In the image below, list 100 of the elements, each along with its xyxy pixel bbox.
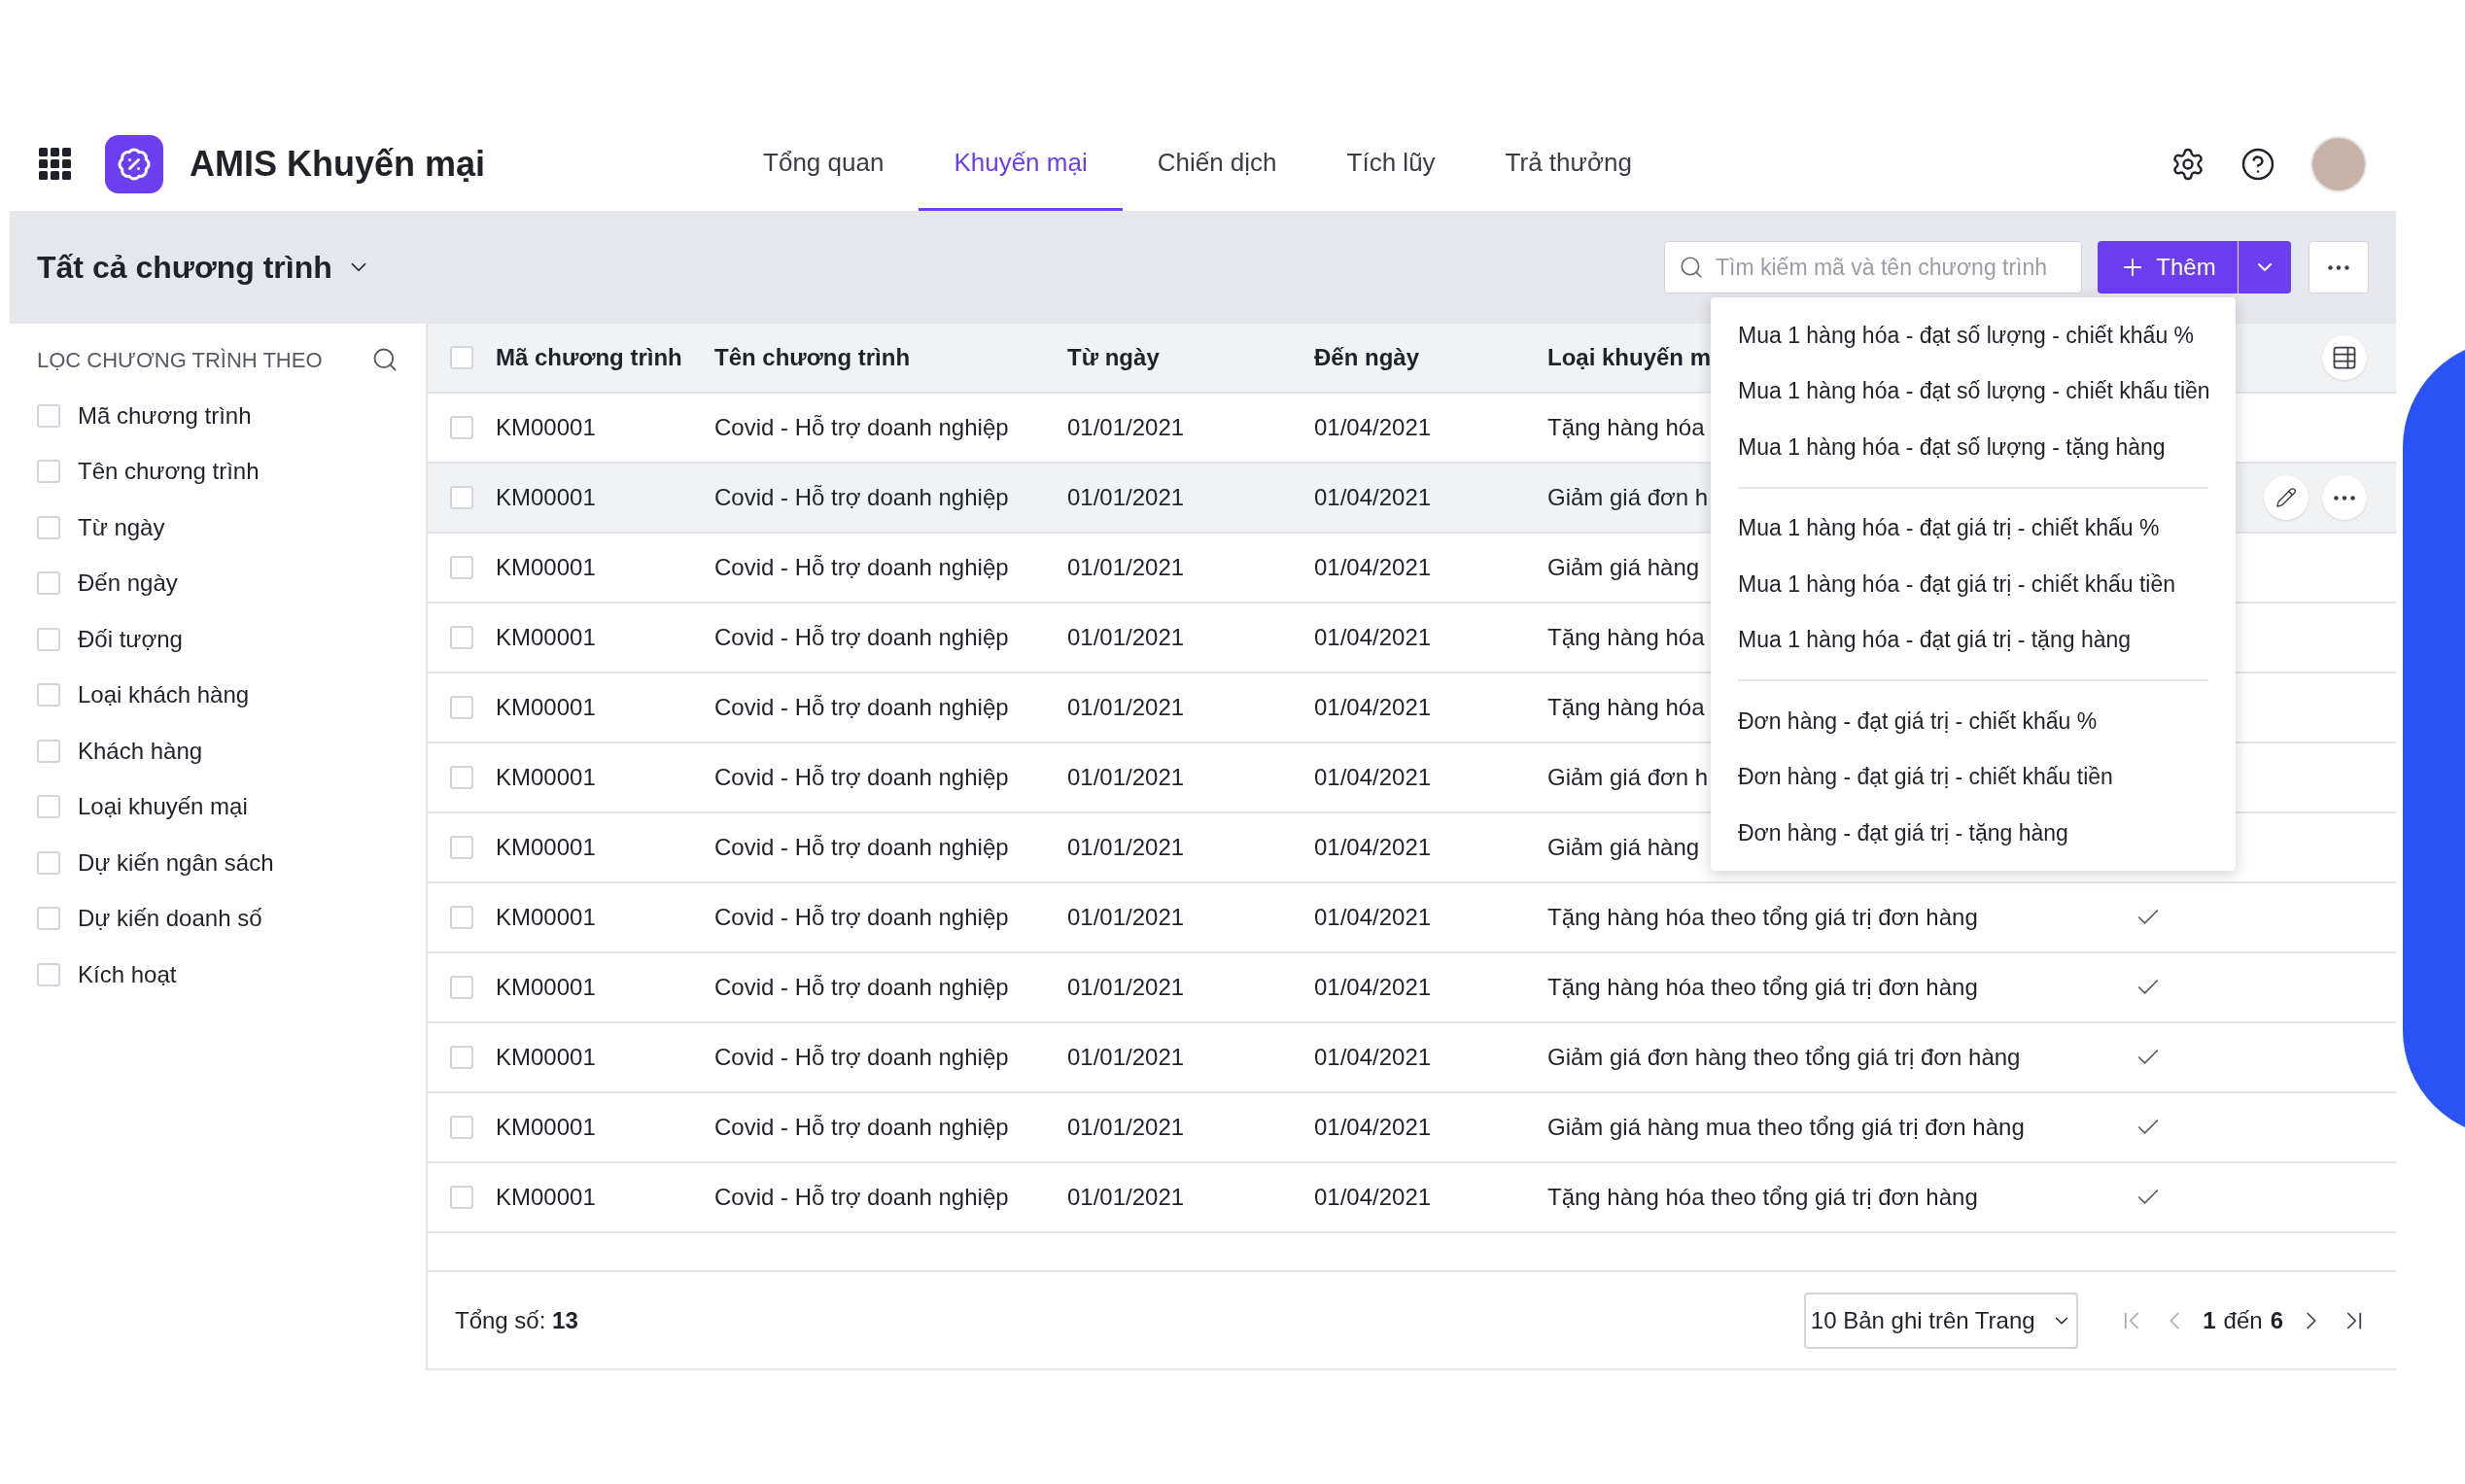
table-cell-text: 01/04/2021 (1314, 693, 1432, 722)
checkbox[interactable] (450, 836, 473, 859)
checkbox[interactable] (450, 346, 473, 369)
add-button[interactable]: Thêm (2098, 241, 2238, 293)
table-cell-text: 01/01/2021 (1067, 763, 1185, 792)
filter-label: Khách hàng (78, 736, 203, 766)
checkbox[interactable] (37, 627, 60, 651)
checkbox[interactable] (450, 416, 473, 439)
edit-button[interactable] (2264, 475, 2309, 520)
row-more-button[interactable] (2322, 475, 2367, 520)
column-settings-button[interactable] (2322, 335, 2367, 380)
column-header: Mã chương trình (496, 343, 683, 372)
table-cell-text: KM00001 (496, 903, 596, 932)
table-cell-text: Giảm giá đơn h (1547, 763, 1709, 792)
table-cell-text: 01/01/2021 (1067, 833, 1185, 862)
table-cell-text: Giảm giá hàng (1547, 553, 1700, 582)
filter-label: Loại khuyến mại (78, 792, 248, 822)
current-page: 1 (2203, 1305, 2216, 1335)
table-cell-text: KM00001 (496, 973, 596, 1002)
table-settings-icon (2331, 344, 2358, 371)
help-icon[interactable] (2240, 146, 2275, 182)
table-cell-text: Covid - Hỗ trợ doanh nghiệp (714, 973, 1009, 1002)
checkbox[interactable] (37, 683, 60, 707)
table-cell-text: 01/01/2021 (1067, 1183, 1185, 1212)
column-header: Loại khuyến m (1547, 343, 1713, 372)
checkbox[interactable] (450, 556, 473, 579)
table-cell-text: Covid - Hỗ trợ doanh nghiệp (714, 413, 1009, 442)
table-cell-text: 01/04/2021 (1314, 1043, 1432, 1072)
table-cell-text: KM00001 (496, 1043, 596, 1072)
checkbox[interactable] (450, 626, 473, 649)
filter-label: Đối tượng (78, 624, 183, 654)
table-cell-text: 01/04/2021 (1314, 553, 1432, 582)
table-cell-text: 01/01/2021 (1067, 1043, 1185, 1072)
table-cell-text: Giảm giá hàng mua theo tổng giá trị đơn hàng (1547, 1113, 2025, 1142)
table-cell-text: KM00001 (496, 1113, 596, 1142)
checkbox[interactable] (37, 460, 60, 484)
checkbox[interactable] (450, 906, 473, 929)
table-cell-text: Covid - Hỗ trợ doanh nghiệp (714, 763, 1009, 792)
filter-label: Đến ngày (78, 569, 178, 599)
checkbox[interactable] (37, 739, 60, 763)
nav-tab[interactable]: Trả thưởng (1470, 117, 1667, 211)
table-cell-text: Tặng hàng hóa (1547, 413, 1705, 442)
checkbox[interactable] (37, 571, 60, 596)
table-cell-text: 01/01/2021 (1067, 413, 1185, 442)
table-cell-text: Covid - Hỗ trợ doanh nghiệp (714, 833, 1009, 862)
page-size-select[interactable]: 10 Bản ghi trên Trang (1804, 1292, 2079, 1349)
menu-item[interactable]: Đơn hàng - đạt giá trị - chiết khấu tiền (1738, 748, 2208, 805)
checkbox[interactable] (450, 976, 473, 999)
filter-label: Kích hoạt (78, 959, 177, 989)
checkbox[interactable] (37, 795, 60, 819)
page-count: 6 (2270, 1305, 2283, 1335)
checkbox[interactable] (37, 907, 60, 931)
add-dropdown-toggle[interactable] (2239, 241, 2291, 293)
checkbox[interactable] (37, 962, 60, 986)
checkbox[interactable] (37, 515, 60, 539)
column-header: Từ ngày (1067, 343, 1161, 372)
view-selector[interactable]: Tất cả chương trình (37, 244, 371, 291)
table-cell-text: Covid - Hỗ trợ doanh nghiệp (714, 693, 1009, 722)
table-cell-text: Covid - Hỗ trợ doanh nghiệp (714, 553, 1009, 582)
table-cell-text: 01/01/2021 (1067, 483, 1185, 512)
table-cell-text: 01/04/2021 (1314, 413, 1432, 442)
checkbox[interactable] (450, 1116, 473, 1139)
settings-icon[interactable] (2170, 146, 2205, 182)
table-cell-text: Covid - Hỗ trợ doanh nghiệp (714, 903, 1009, 932)
nav-tab[interactable]: Chiến dịch (1122, 117, 1312, 211)
table-cell-text: 01/04/2021 (1314, 1113, 1432, 1142)
more-button[interactable] (2309, 241, 2369, 293)
table-cell-text: 01/04/2021 (1314, 483, 1432, 512)
table-cell-text: Giảm giá đơn hàng theo tổng giá trị đơn hàng (1547, 1043, 2021, 1072)
checkbox[interactable] (450, 766, 473, 789)
table-cell-text: Covid - Hỗ trợ doanh nghiệp (714, 1043, 1009, 1072)
table-cell-text: Tặng hàng hóa (1547, 693, 1705, 722)
table-cell-text: 01/01/2021 (1067, 973, 1185, 1002)
nav-tab[interactable]: Tổng quan (728, 117, 920, 211)
app-logo (105, 134, 163, 193)
table-cell-text: 01/01/2021 (1067, 623, 1185, 652)
checkbox[interactable] (37, 850, 60, 875)
table-cell-text: 01/01/2021 (1067, 693, 1185, 722)
checkbox[interactable] (450, 486, 473, 509)
menu-item[interactable]: Mua 1 hàng hóa - đạt giá trị - tặng hàng (1738, 611, 2208, 668)
search-icon[interactable] (371, 346, 399, 373)
table-cell-text: Tặng hàng hóa theo tổng giá trị đơn hàng (1547, 1183, 1978, 1212)
checkbox[interactable] (450, 696, 473, 719)
table-cell-text: KM00001 (496, 763, 596, 792)
table-cell-text: Covid - Hỗ trợ doanh nghiệp (714, 623, 1009, 652)
menu-item[interactable]: Mua 1 hàng hóa - đạt số lượng - chiết khấu % (1738, 307, 2208, 363)
filter-label: Dự kiến doanh số (78, 904, 262, 934)
filter-label: Loại khách hàng (78, 680, 250, 710)
table-cell-text: Covid - Hỗ trợ doanh nghiệp (714, 483, 1009, 512)
search-field[interactable]: Tìm kiếm mã và tên chương trình (1664, 241, 2082, 293)
more-icon (2328, 264, 2349, 270)
checkbox[interactable] (450, 1046, 473, 1069)
filter-label: Tên chương trình (78, 457, 260, 487)
table-cell-text: 01/04/2021 (1314, 903, 1432, 932)
app-grid-icon[interactable] (39, 147, 72, 181)
checkbox[interactable] (37, 403, 60, 428)
table-cell-text: Covid - Hỗ trợ doanh nghiệp (714, 1113, 1009, 1142)
table-cell-text: 01/04/2021 (1314, 623, 1432, 652)
nav-tab[interactable]: Tích lũy (1311, 117, 1471, 211)
checkbox[interactable] (450, 1186, 473, 1209)
